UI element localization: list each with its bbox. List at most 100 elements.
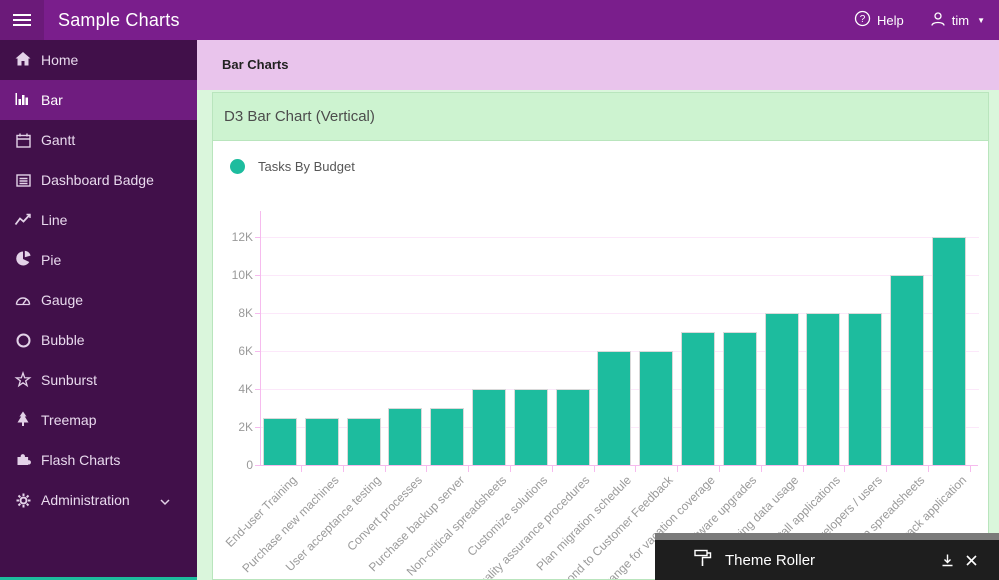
y-axis-label: 2K bbox=[219, 420, 253, 434]
calendar-icon bbox=[14, 131, 32, 149]
y-axis-label: 4K bbox=[219, 382, 253, 396]
bar-chart-plot: 02K4K6K8K10K12KEnd-user TrainingPurchase… bbox=[213, 93, 988, 579]
bar[interactable] bbox=[597, 351, 631, 465]
sidebar-item-label: Gantt bbox=[41, 132, 75, 148]
bar-chart-icon bbox=[14, 91, 32, 109]
bar[interactable] bbox=[388, 408, 422, 465]
puzzle-icon bbox=[14, 451, 32, 469]
theme-roller-top-band bbox=[655, 533, 999, 540]
close-icon[interactable] bbox=[959, 548, 983, 572]
sidebar-item-label: Bar bbox=[41, 92, 63, 108]
page-header-band: Bar Charts bbox=[197, 40, 999, 90]
gear-icon bbox=[14, 491, 32, 509]
x-axis-line bbox=[257, 465, 978, 466]
x-axis-tick bbox=[594, 466, 595, 472]
y-axis-line bbox=[260, 211, 261, 466]
line-chart-icon bbox=[14, 211, 32, 229]
sidebar-item-label: Gauge bbox=[41, 292, 83, 308]
app-title: Sample Charts bbox=[58, 10, 180, 31]
sidebar-item-treemap[interactable]: Treemap bbox=[0, 400, 197, 440]
theme-roller-panel: Theme Roller bbox=[655, 533, 999, 580]
caret-down-icon: ▼ bbox=[977, 16, 985, 25]
bar[interactable] bbox=[514, 389, 548, 465]
x-axis-tick bbox=[719, 466, 720, 472]
paint-roller-icon bbox=[693, 548, 713, 573]
sidebar-item-label: Sunburst bbox=[41, 372, 97, 388]
theme-roller-header[interactable]: Theme Roller bbox=[655, 540, 999, 580]
x-axis-label: End-user Training bbox=[223, 473, 300, 550]
sidebar-item-label: Flash Charts bbox=[41, 452, 120, 468]
sidebar: Home Bar Gantt Dashboard Badge LinePie Gauge B… bbox=[0, 40, 197, 580]
bar[interactable] bbox=[347, 418, 381, 466]
sidebar-item-gauge[interactable]: Gauge bbox=[0, 280, 197, 320]
bar[interactable] bbox=[305, 418, 339, 466]
sidebar-item-line[interactable]: Line bbox=[0, 200, 197, 240]
user-icon bbox=[930, 11, 946, 30]
sidebar-item-bar[interactable]: Bar bbox=[0, 80, 197, 120]
bar[interactable] bbox=[430, 408, 464, 465]
sidebar-item-label: Dashboard Badge bbox=[41, 172, 154, 188]
user-name: tim bbox=[952, 13, 969, 28]
sidebar-item-label: Home bbox=[41, 52, 78, 68]
svg-text:?: ? bbox=[860, 14, 866, 25]
bar[interactable] bbox=[765, 313, 799, 465]
help-button[interactable]: ? Help bbox=[854, 10, 904, 30]
chart-card: D3 Bar Chart (Vertical) Tasks By Budget … bbox=[212, 92, 989, 580]
bar[interactable] bbox=[472, 389, 506, 465]
top-bar: Sample Charts ? Help tim ▼ bbox=[0, 0, 999, 40]
gridline bbox=[261, 275, 979, 276]
sidebar-item-flash-charts[interactable]: Flash Charts bbox=[0, 440, 197, 480]
x-axis-tick bbox=[510, 466, 511, 472]
bar[interactable] bbox=[556, 389, 590, 465]
home-icon bbox=[14, 51, 32, 69]
sidebar-item-label: Administration bbox=[41, 492, 130, 508]
gridline bbox=[261, 237, 979, 238]
bar[interactable] bbox=[263, 418, 297, 466]
circle-icon bbox=[14, 331, 32, 349]
pie-chart-icon bbox=[14, 251, 32, 269]
x-axis-tick bbox=[385, 466, 386, 472]
bar[interactable] bbox=[932, 237, 966, 465]
sidebar-item-dashboard-badge[interactable]: Dashboard Badge bbox=[0, 160, 197, 200]
chevron-down-icon bbox=[156, 493, 174, 511]
page-title: Bar Charts bbox=[197, 40, 999, 90]
sidebar-item-label: Treemap bbox=[41, 412, 97, 428]
bar[interactable] bbox=[848, 313, 882, 465]
x-axis-tick bbox=[970, 466, 971, 472]
y-axis-label: 8K bbox=[219, 306, 253, 320]
y-axis-label: 12K bbox=[219, 230, 253, 244]
x-axis-tick bbox=[761, 466, 762, 472]
sidebar-item-gantt[interactable]: Gantt bbox=[0, 120, 197, 160]
sidebar-item-bubble[interactable]: Bubble bbox=[0, 320, 197, 360]
theme-roller-title: Theme Roller bbox=[725, 552, 935, 569]
sidebar-item-administration[interactable]: Administration bbox=[0, 480, 197, 520]
help-circle-icon: ? bbox=[854, 10, 871, 30]
help-label: Help bbox=[877, 13, 904, 28]
x-axis-tick bbox=[552, 466, 553, 472]
user-menu-button[interactable]: tim ▼ bbox=[930, 11, 985, 30]
bar[interactable] bbox=[806, 313, 840, 465]
y-axis-label: 0 bbox=[219, 458, 253, 472]
star-icon bbox=[14, 371, 32, 389]
y-axis-label: 6K bbox=[219, 344, 253, 358]
hamburger-icon[interactable] bbox=[0, 0, 44, 40]
sidebar-item-sunburst[interactable]: Sunburst bbox=[0, 360, 197, 400]
bar[interactable] bbox=[639, 351, 673, 465]
x-axis-tick bbox=[426, 466, 427, 472]
x-axis-tick bbox=[844, 466, 845, 472]
y-axis-label: 10K bbox=[219, 268, 253, 282]
x-axis-tick bbox=[468, 466, 469, 472]
sidebar-item-pie[interactable]: Pie bbox=[0, 240, 197, 280]
sidebar-item-label: Bubble bbox=[41, 332, 85, 348]
list-icon bbox=[14, 171, 32, 189]
gauge-icon bbox=[14, 291, 32, 309]
download-icon[interactable] bbox=[935, 548, 959, 572]
topbar-right: ? Help tim ▼ bbox=[854, 10, 999, 30]
x-axis-tick bbox=[803, 466, 804, 472]
bar[interactable] bbox=[890, 275, 924, 465]
x-axis-tick bbox=[635, 466, 636, 472]
content-area: D3 Bar Chart (Vertical) Tasks By Budget … bbox=[197, 90, 999, 580]
sidebar-item-home[interactable]: Home bbox=[0, 40, 197, 80]
bar[interactable] bbox=[681, 332, 715, 465]
bar[interactable] bbox=[723, 332, 757, 465]
